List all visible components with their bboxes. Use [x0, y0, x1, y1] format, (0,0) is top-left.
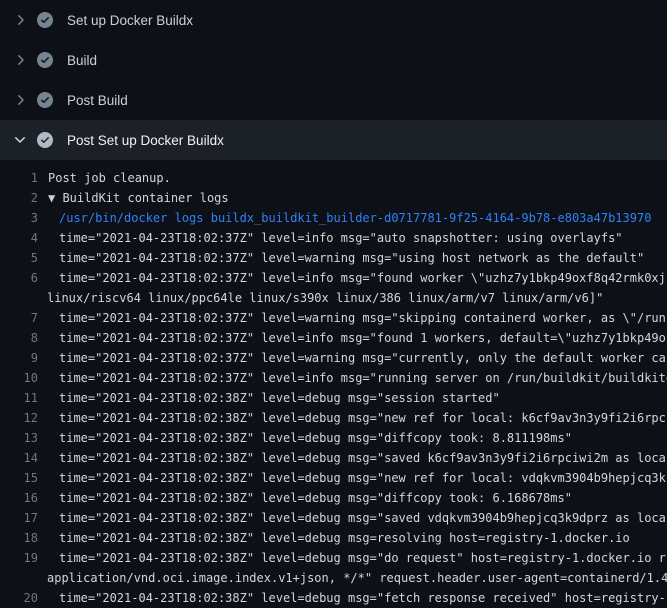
log-line[interactable]: 3/usr/bin/docker logs buildx_buildkit_bu…: [0, 208, 667, 228]
group-expand-icon[interactable]: ▼: [48, 191, 55, 205]
step-section-build[interactable]: Build: [0, 40, 667, 80]
log-line[interactable]: 7time="2021-04-23T18:02:37Z" level=warni…: [0, 308, 667, 328]
line-number[interactable]: 11: [0, 388, 38, 408]
log-text: time="2021-04-23T18:02:38Z" level=debug …: [38, 388, 500, 408]
log-line[interactable]: 14time="2021-04-23T18:02:38Z" level=debu…: [0, 448, 667, 468]
line-number[interactable]: 5: [0, 248, 38, 268]
line-number[interactable]: 6: [0, 268, 38, 288]
log-text: time="2021-04-23T18:02:38Z" level=debug …: [38, 528, 630, 548]
log-line[interactable]: 17time="2021-04-23T18:02:38Z" level=debu…: [0, 508, 667, 528]
line-number[interactable]: 15: [0, 468, 38, 488]
line-number[interactable]: 7: [0, 308, 38, 328]
log-text: time="2021-04-23T18:02:37Z" level=info m…: [38, 228, 623, 248]
log-text: time="2021-04-23T18:02:37Z" level=info m…: [38, 328, 666, 348]
log-text: time="2021-04-23T18:02:37Z" level=warnin…: [38, 248, 644, 268]
chevron-right-icon[interactable]: [12, 92, 28, 108]
line-number[interactable]: 20: [0, 588, 38, 608]
log-text: ▼ BuildKit container logs: [38, 188, 229, 208]
log-line[interactable]: 9time="2021-04-23T18:02:37Z" level=warni…: [0, 348, 667, 368]
log-line[interactable]: 1Post job cleanup.: [0, 168, 667, 188]
log-line[interactable]: 15time="2021-04-23T18:02:38Z" level=debu…: [0, 468, 667, 488]
log-command-text: /usr/bin/docker logs buildx_buildkit_bui…: [38, 208, 651, 228]
check-circle-icon: [37, 132, 53, 148]
log-line[interactable]: 20time="2021-04-23T18:02:38Z" level=debu…: [0, 588, 667, 608]
step-section-post-build[interactable]: Post Build: [0, 80, 667, 120]
steps-list: Set up Docker Buildx Build Post Build Post …: [0, 0, 667, 160]
line-number[interactable]: 14: [0, 448, 38, 468]
line-number[interactable]: 12: [0, 408, 38, 428]
log-line[interactable]: 2▼ BuildKit container logs: [0, 188, 667, 208]
log-line[interactable]: 4time="2021-04-23T18:02:37Z" level=info …: [0, 228, 667, 248]
log-line[interactable]: 6time="2021-04-23T18:02:37Z" level=info …: [0, 268, 667, 288]
step-section-set-up-docker-buildx[interactable]: Set up Docker Buildx: [0, 0, 667, 40]
step-title: Post Build: [67, 93, 128, 108]
log-line[interactable]: 5time="2021-04-23T18:02:37Z" level=warni…: [0, 248, 667, 268]
chevron-right-icon[interactable]: [12, 52, 28, 68]
log-text: time="2021-04-23T18:02:37Z" level=info m…: [38, 368, 667, 388]
line-number[interactable]: 10: [0, 368, 38, 388]
log-text: time="2021-04-23T18:02:38Z" level=debug …: [38, 488, 572, 508]
log-text: time="2021-04-23T18:02:38Z" level=debug …: [38, 508, 666, 528]
chevron-right-icon[interactable]: [12, 12, 28, 28]
log-text: time="2021-04-23T18:02:38Z" level=debug …: [38, 548, 666, 568]
log-line[interactable]: application/vnd.oci.image.index.v1+json,…: [0, 568, 667, 588]
log-area: 1Post job cleanup.2▼ BuildKit container …: [0, 160, 667, 608]
line-number: [0, 568, 38, 588]
line-number: [0, 288, 38, 308]
line-number[interactable]: 16: [0, 488, 38, 508]
check-circle-icon: [37, 92, 53, 108]
log-text: time="2021-04-23T18:02:37Z" level=warnin…: [38, 308, 666, 328]
line-number[interactable]: 3: [0, 208, 38, 228]
log-text: time="2021-04-23T18:02:38Z" level=debug …: [38, 468, 666, 488]
log-text: time="2021-04-23T18:02:37Z" level=warnin…: [38, 348, 666, 368]
line-number[interactable]: 1: [0, 168, 38, 188]
log-text: time="2021-04-23T18:02:38Z" level=debug …: [38, 428, 572, 448]
line-number[interactable]: 19: [0, 548, 38, 568]
log-line[interactable]: 10time="2021-04-23T18:02:37Z" level=info…: [0, 368, 667, 388]
log-line[interactable]: 12time="2021-04-23T18:02:38Z" level=debu…: [0, 408, 667, 428]
line-number[interactable]: 4: [0, 228, 38, 248]
log-line[interactable]: 16time="2021-04-23T18:02:38Z" level=debu…: [0, 488, 667, 508]
line-number[interactable]: 8: [0, 328, 38, 348]
log-text: application/vnd.oci.image.index.v1+json,…: [38, 568, 667, 588]
log-text: linux/riscv64 linux/ppc64le linux/s390x …: [38, 288, 603, 308]
log-text: Post job cleanup.: [38, 168, 171, 188]
log-line[interactable]: 19time="2021-04-23T18:02:38Z" level=debu…: [0, 548, 667, 568]
log-text: time="2021-04-23T18:02:38Z" level=debug …: [38, 448, 666, 468]
log-text: time="2021-04-23T18:02:38Z" level=debug …: [38, 588, 666, 608]
line-number[interactable]: 17: [0, 508, 38, 528]
line-number[interactable]: 18: [0, 528, 38, 548]
step-title: Post Set up Docker Buildx: [67, 133, 224, 148]
log-line[interactable]: 18time="2021-04-23T18:02:38Z" level=debu…: [0, 528, 667, 548]
log-line[interactable]: 11time="2021-04-23T18:02:38Z" level=debu…: [0, 388, 667, 408]
step-title: Set up Docker Buildx: [67, 13, 193, 28]
log-line[interactable]: linux/riscv64 linux/ppc64le linux/s390x …: [0, 288, 667, 308]
step-section-post-set-up-docker-buildx[interactable]: Post Set up Docker Buildx: [0, 120, 667, 160]
check-circle-icon: [37, 12, 53, 28]
log-text: time="2021-04-23T18:02:37Z" level=info m…: [38, 268, 666, 288]
log-line[interactable]: 13time="2021-04-23T18:02:38Z" level=debu…: [0, 428, 667, 448]
log-line[interactable]: 8time="2021-04-23T18:02:37Z" level=info …: [0, 328, 667, 348]
chevron-down-icon[interactable]: [12, 132, 28, 148]
step-title: Build: [67, 53, 97, 68]
check-circle-icon: [37, 52, 53, 68]
log-text: time="2021-04-23T18:02:38Z" level=debug …: [38, 408, 666, 428]
line-number[interactable]: 9: [0, 348, 38, 368]
line-number[interactable]: 13: [0, 428, 38, 448]
line-number[interactable]: 2: [0, 188, 38, 208]
